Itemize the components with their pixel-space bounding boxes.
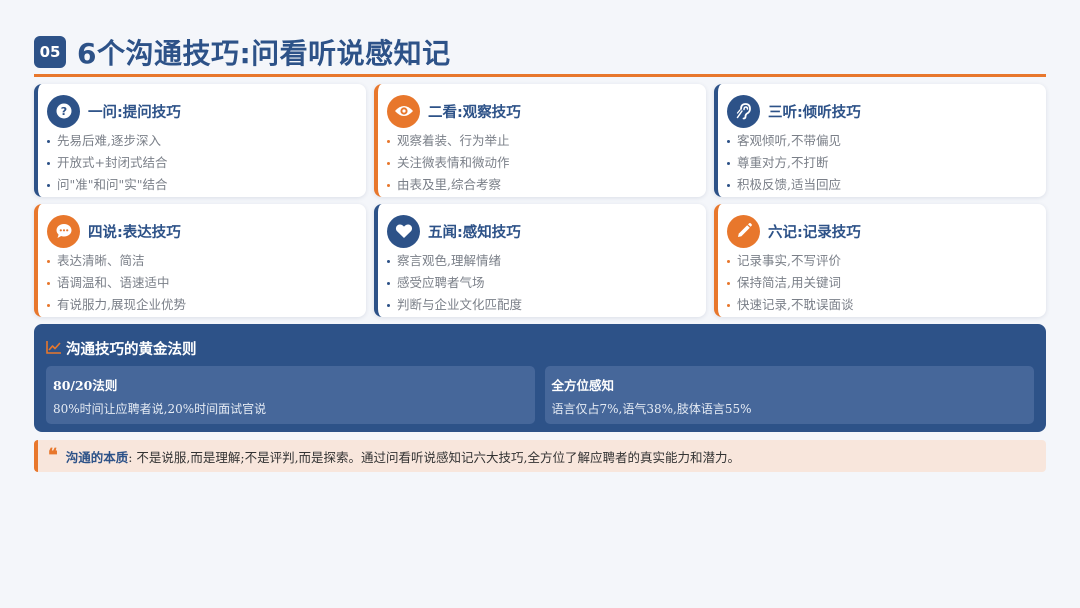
list-item: 有说服力,展现企业优势 (47, 294, 366, 316)
skill-card-sense: 五闻:感知技巧 察言观色,理解情绪 感受应聘者气场 判断与企业文化匹配度 (374, 204, 706, 317)
quote-text: : 不是说服,而是理解;不是评判,而是探索。通过问看听说感知记六大技巧,全方位了… (128, 449, 741, 465)
list-item: 问"准"和问"实"结合 (47, 174, 366, 196)
list-item: 感受应聘者气场 (387, 272, 706, 294)
quote-label: 沟通的本质 (65, 449, 129, 465)
list-item: 判断与企业文化匹配度 (387, 294, 706, 316)
pencil-icon (727, 214, 760, 248)
rule-name: 全方位感知 (551, 378, 615, 393)
card-title: 五闻:感知技巧 (428, 224, 521, 241)
heart-icon (387, 214, 420, 248)
svg-text:?: ? (60, 105, 66, 118)
card-title: 三听:倾听技巧 (768, 104, 861, 121)
list-item: 开放式+封闭式结合 (47, 152, 366, 174)
page-title: 6个沟通技巧:问看听说感知记 (77, 37, 451, 70)
ear-icon (727, 94, 760, 128)
quote-icon: ❝ (48, 445, 58, 466)
card-item-list: 表达清晰、简洁 语调温和、语速适中 有说服力,展现企业优势 (47, 250, 366, 316)
skill-card-speak: 四说:表达技巧 表达清晰、简洁 语调温和、语速适中 有说服力,展现企业优势 (34, 204, 366, 317)
card-title: 一问:提问技巧 (88, 104, 181, 121)
summary-quote: ❝ 沟通的本质 : 不是说服,而是理解;不是评判,而是探索。通过问看听说感知记六… (34, 440, 1046, 472)
list-item: 保持简洁,用关键词 (727, 272, 1046, 294)
card-item-list: 先易后难,逐步深入 开放式+封闭式结合 问"准"和问"实"结合 (47, 130, 366, 196)
list-item: 积极反馈,适当回应 (727, 174, 1046, 196)
list-item: 快速记录,不耽误面谈 (727, 294, 1046, 316)
list-item: 观察着装、行为举止 (387, 130, 706, 152)
header-divider (34, 74, 1046, 77)
rule-name: 80/20法则 (53, 378, 118, 393)
eye-icon (387, 94, 420, 128)
card-title: 二看:观察技巧 (428, 104, 521, 121)
list-item: 语调温和、语速适中 (47, 272, 366, 294)
list-item: 关注微表情和微动作 (387, 152, 706, 174)
skill-card-observe: 二看:观察技巧 观察着装、行为举止 关注微表情和微动作 由表及里,综合考察 (374, 84, 706, 197)
skill-card-ask: ? 一问:提问技巧 先易后难,逐步深入 开放式+封闭式结合 问"准"和问"实"结… (34, 84, 366, 197)
card-item-list: 记录事实,不写评价 保持简洁,用关键词 快速记录,不耽误面谈 (727, 250, 1046, 316)
card-item-list: 观察着装、行为举止 关注微表情和微动作 由表及里,综合考察 (387, 130, 706, 196)
list-item: 先易后难,逐步深入 (47, 130, 366, 152)
golden-rules-panel: 沟通技巧的黄金法则 80/20法则 80%时间让应聘者说,20%时间面试官说 全… (34, 324, 1046, 432)
chat-bubble-icon (47, 214, 80, 248)
rule-box-80-20: 80/20法则 80%时间让应聘者说,20%时间面试官说 (46, 366, 535, 424)
card-title: 四说:表达技巧 (88, 224, 181, 241)
section-number-badge: 05 (34, 36, 66, 68)
slide-header: 05 6个沟通技巧:问看听说感知记 (34, 32, 451, 72)
rule-description: 80%时间让应聘者说,20%时间面试官说 (53, 402, 267, 416)
list-item: 表达清晰、简洁 (47, 250, 366, 272)
list-item: 记录事实,不写评价 (727, 250, 1046, 272)
card-item-list: 客观倾听,不带偏见 尊重对方,不打断 积极反馈,适当回应 (727, 130, 1046, 196)
rule-description: 语言仅占7%,语气38%,肢体语言55% (551, 402, 752, 416)
skill-card-listen: 三听:倾听技巧 客观倾听,不带偏见 尊重对方,不打断 积极反馈,适当回应 (714, 84, 1046, 197)
rule-box-perception: 全方位感知 语言仅占7%,语气38%,肢体语言55% (544, 366, 1034, 424)
list-item: 尊重对方,不打断 (727, 152, 1046, 174)
card-item-list: 察言观色,理解情绪 感受应聘者气场 判断与企业文化匹配度 (387, 250, 706, 316)
chart-line-icon (46, 339, 62, 358)
list-item: 察言观色,理解情绪 (387, 250, 706, 272)
card-title: 六记:记录技巧 (768, 224, 861, 241)
list-item: 客观倾听,不带偏见 (727, 130, 1046, 152)
golden-rules-title: 沟通技巧的黄金法则 (66, 341, 197, 358)
skill-card-record: 六记:记录技巧 记录事实,不写评价 保持简洁,用关键词 快速记录,不耽误面谈 (714, 204, 1046, 317)
question-icon: ? (47, 94, 80, 128)
list-item: 由表及里,综合考察 (387, 174, 706, 196)
